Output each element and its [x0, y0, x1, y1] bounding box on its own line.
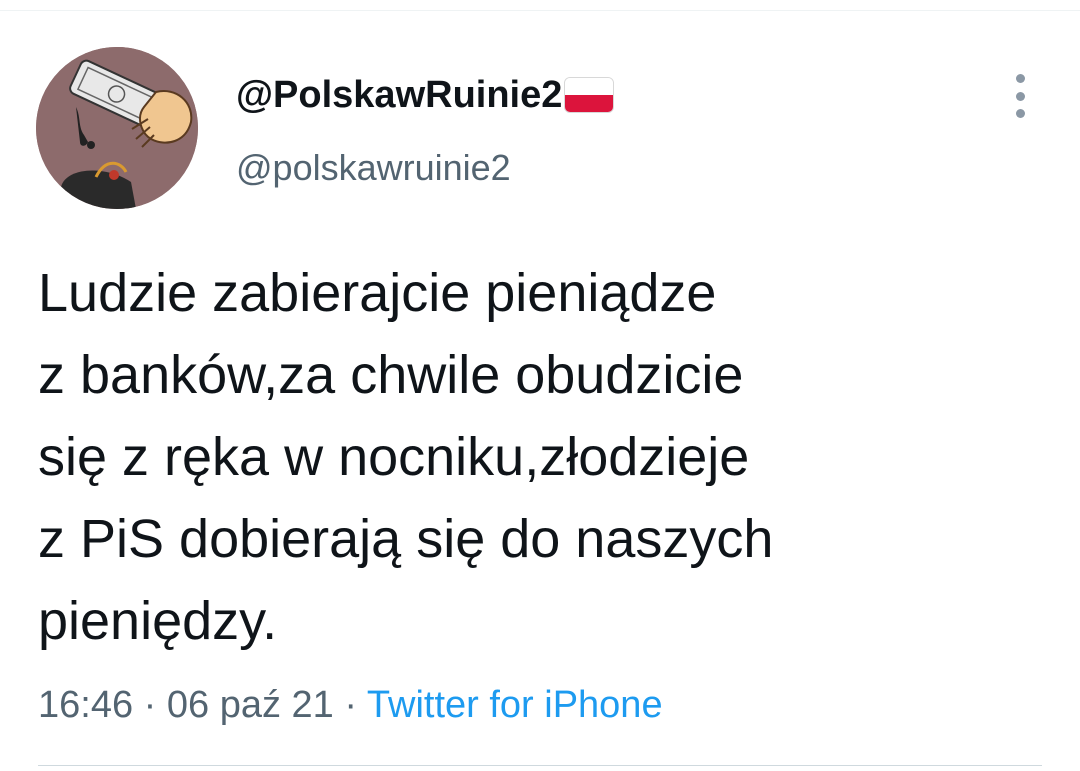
more-vertical-icon[interactable] [1006, 74, 1034, 118]
tweet-meta: 16:46 · 06 paź 21 · Twitter for iPhone [38, 682, 663, 728]
avatar-illustration-icon [36, 47, 198, 209]
display-name-text: @PolskawRuinie2 [236, 74, 563, 116]
poland-flag-icon [564, 77, 615, 113]
bottom-divider [38, 765, 1042, 766]
tweet-text: Ludzie zabierajcie pieniądze z banków,za… [38, 252, 1038, 662]
tweet-source-link[interactable]: Twitter for iPhone [367, 684, 663, 726]
tweet-line: pieniędzy. [38, 591, 278, 651]
tweet-line: z banków,za chwile obudzicie [38, 345, 744, 405]
tweet-line: z PiS dobierają się do naszych [38, 509, 774, 569]
meta-separator: · [344, 684, 358, 726]
more-dot [1015, 91, 1025, 101]
meta-separator: · [143, 684, 157, 726]
top-divider [0, 10, 1080, 11]
display-name[interactable]: @PolskawRuinie2 [236, 72, 615, 118]
more-dot [1015, 109, 1025, 118]
tweet-line: się z ręka w nocniku,złodzieje [38, 427, 750, 487]
tweet-date[interactable]: 06 paź 21 [167, 684, 334, 726]
more-dot [1015, 74, 1025, 83]
tweet-line: Ludzie zabierajcie pieniądze [38, 263, 717, 323]
avatar[interactable] [36, 47, 198, 209]
tweet-time[interactable]: 16:46 [38, 684, 133, 726]
user-handle[interactable]: @polskawruinie2 [236, 146, 511, 190]
